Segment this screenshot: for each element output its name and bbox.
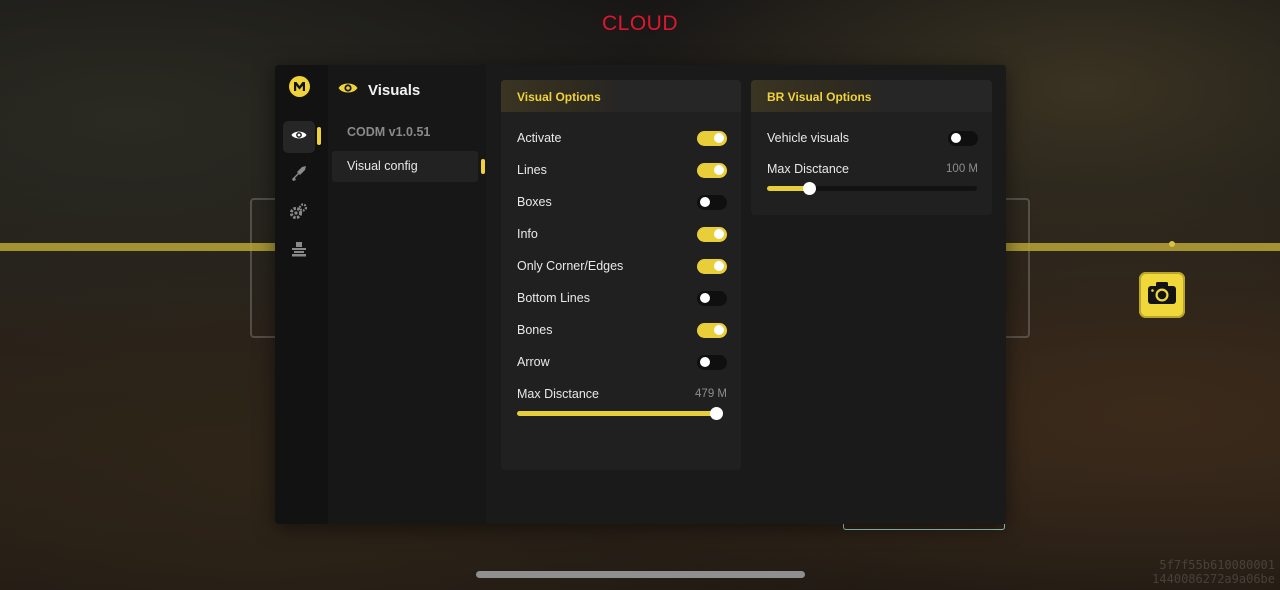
overlay-title: CLOUD: [601, 12, 678, 35]
toggle-switch[interactable]: [697, 194, 727, 210]
section-nav: Visuals CODM v1.0.51 Visual config: [328, 65, 486, 524]
toggle-row-boxes[interactable]: Boxes: [517, 193, 727, 211]
rail-active-indicator: [317, 127, 321, 145]
app-logo-icon: [289, 76, 310, 97]
toggle-switch[interactable]: [697, 290, 727, 306]
toggle-label: Info: [517, 227, 538, 241]
home-indicator: [476, 571, 805, 578]
toggle-knob: [714, 325, 724, 335]
toggle-row-activate[interactable]: Activate: [517, 129, 727, 147]
toggle-label: Bones: [517, 323, 553, 337]
card-title: Visual Options: [501, 80, 617, 112]
rifle-icon: [290, 165, 308, 186]
watermark-line: 1440086272a9a06be: [1152, 572, 1275, 586]
nav-item-visual-config[interactable]: Visual config: [332, 151, 478, 182]
slider-fill: [517, 411, 716, 416]
background-dot: [1169, 241, 1175, 247]
rail-item-visuals[interactable]: [283, 121, 315, 153]
mod-menu-panel: Visuals CODM v1.0.51 Visual config Visua…: [275, 65, 1006, 524]
slider-value: 100 M: [946, 163, 978, 175]
rail-item-misc[interactable]: [283, 235, 315, 267]
toggle-row-vehicle-visuals[interactable]: Vehicle visuals: [767, 129, 978, 147]
eye-icon: [291, 128, 307, 146]
toggle-switch[interactable]: [697, 322, 727, 338]
screenshot-button[interactable]: [1139, 272, 1185, 318]
slider-thumb[interactable]: [710, 407, 723, 420]
slider-header: Max Disctance 479 M: [517, 386, 727, 402]
nav-title: Visuals: [368, 81, 421, 99]
toggle-label: Lines: [517, 163, 547, 177]
toggle-row-lines[interactable]: Lines: [517, 161, 727, 179]
card-header: Visual Options: [501, 80, 741, 112]
nav-header: Visuals: [338, 79, 420, 101]
max-distance-slider[interactable]: [517, 407, 723, 420]
toggle-label: Arrow: [517, 355, 550, 369]
slider-value: 479 M: [695, 388, 727, 400]
eye-icon: [338, 81, 358, 100]
toggle-knob: [714, 229, 724, 239]
toggle-knob: [700, 357, 710, 367]
camera-icon: [1147, 281, 1177, 310]
bottom-accent-bar: [843, 524, 1005, 530]
toggle-label: Only Corner/Edges: [517, 259, 624, 273]
rail-item-weapons[interactable]: [283, 159, 315, 191]
nav-active-indicator: [481, 159, 485, 174]
toggle-switch[interactable]: [948, 130, 978, 146]
toggle-knob: [714, 165, 724, 175]
turret-icon: [291, 241, 307, 262]
gears-icon: [289, 202, 308, 224]
toggle-knob: [714, 261, 724, 271]
toggle-row-bones[interactable]: Bones: [517, 321, 727, 339]
toggle-switch[interactable]: [697, 130, 727, 146]
toggle-switch[interactable]: [697, 226, 727, 242]
toggle-label: Boxes: [517, 195, 552, 209]
br-max-distance-slider[interactable]: [767, 182, 977, 195]
toggle-switch[interactable]: [697, 258, 727, 274]
toggle-row-info[interactable]: Info: [517, 225, 727, 243]
nav-item-version[interactable]: CODM v1.0.51: [332, 117, 478, 148]
content-area: Visual Options Activate Lines Boxes Info…: [486, 65, 1006, 524]
toggle-knob: [700, 293, 710, 303]
toggle-row-corner-edges[interactable]: Only Corner/Edges: [517, 257, 727, 275]
slider-label: Max Disctance: [517, 387, 599, 401]
toggle-row-arrow[interactable]: Arrow: [517, 353, 727, 371]
toggle-row-bottom-lines[interactable]: Bottom Lines: [517, 289, 727, 307]
toggle-knob: [714, 133, 724, 143]
slider-thumb[interactable]: [803, 182, 816, 195]
visual-options-card: Visual Options Activate Lines Boxes Info…: [501, 80, 741, 470]
rail-item-settings[interactable]: [283, 197, 315, 229]
toggle-knob: [951, 133, 961, 143]
card-header: BR Visual Options: [751, 80, 992, 112]
toggle-knob: [700, 197, 710, 207]
slider-header: Max Disctance 100 M: [767, 161, 978, 177]
toggle-switch[interactable]: [697, 354, 727, 370]
toggle-label: Vehicle visuals: [767, 131, 849, 145]
watermark: 5f7f55b610080001 1440086272a9a06be: [1050, 558, 1275, 586]
br-visual-options-card: BR Visual Options Vehicle visuals Max Di…: [751, 80, 992, 215]
toggle-switch[interactable]: [697, 162, 727, 178]
slider-label: Max Disctance: [767, 162, 849, 176]
toggle-label: Activate: [517, 131, 562, 145]
card-title: BR Visual Options: [751, 80, 888, 112]
toggle-label: Bottom Lines: [517, 291, 590, 305]
icon-rail: [275, 65, 328, 524]
watermark-line: 5f7f55b610080001: [1159, 558, 1275, 572]
